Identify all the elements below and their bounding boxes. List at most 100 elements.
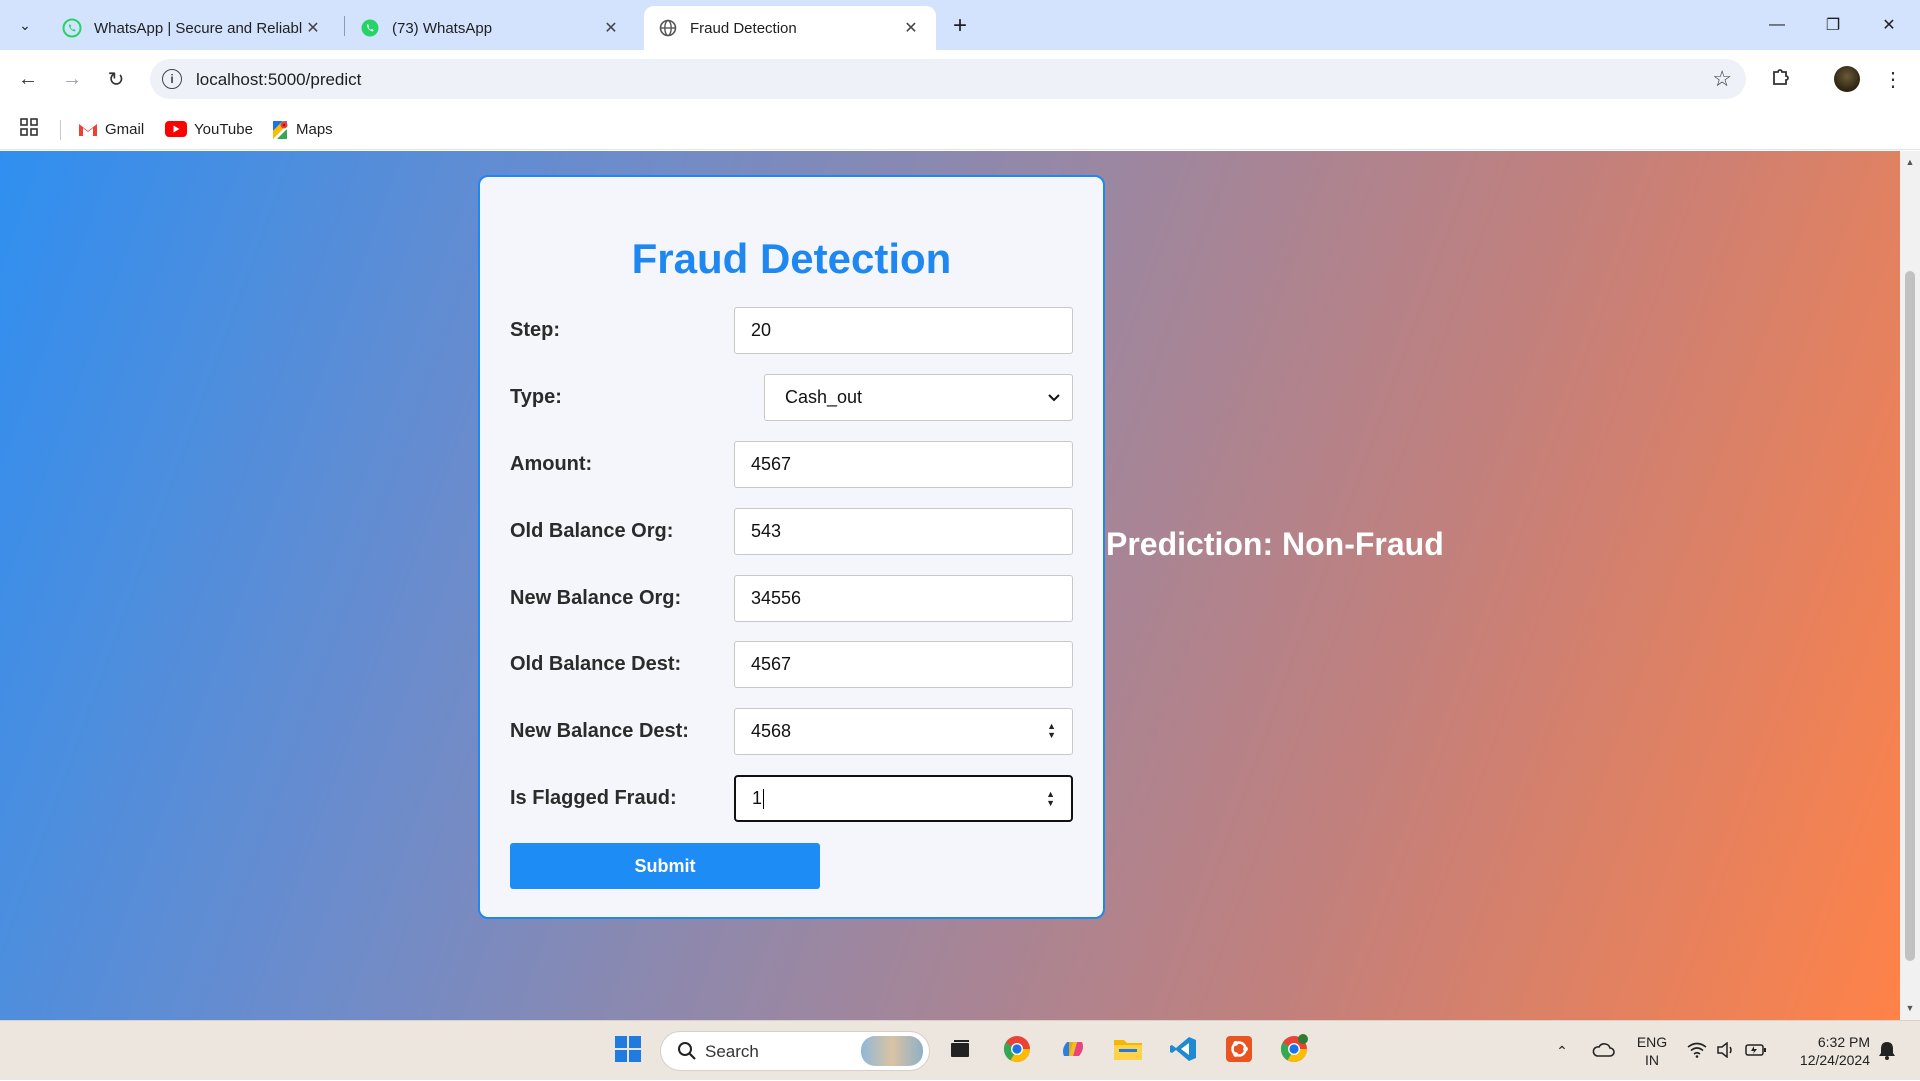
chrome-icon [1002,1034,1032,1069]
new-tab-button[interactable]: + [946,12,974,40]
whatsapp-icon [62,18,82,38]
spinner-icon[interactable]: ▲ ▼ [1047,722,1056,740]
browser-toolbar: ← → ↻ i localhost:5000/predict ☆ ⋮ [0,50,1920,108]
arrow-left-icon: ← [18,67,38,90]
taskbar-ubuntu-button[interactable] [1219,1031,1259,1071]
taskbar-vscode-button[interactable] [1163,1031,1203,1071]
taskbar-chrome-profile-button[interactable] [1274,1031,1314,1071]
show-hidden-icons-button[interactable]: ⌃ [1548,1021,1576,1081]
minimize-button[interactable]: — [1754,0,1800,50]
scroll-up-icon[interactable]: ▲ [1905,157,1915,167]
bookmark-youtube[interactable]: YouTube [165,116,253,142]
new-balance-dest-input[interactable]: 4568 ▲ ▼ [734,708,1073,755]
notifications-button[interactable] [1874,1021,1900,1081]
type-value: Cash_out [785,387,863,407]
forward-button[interactable]: → [56,63,88,95]
taskbar-chrome-button[interactable] [997,1031,1037,1071]
tab-title: Fraud Detection [690,19,797,37]
scroll-thumb[interactable] [1905,271,1915,961]
battery-button[interactable] [1741,1021,1771,1081]
tab-separator [344,16,345,36]
scroll-down-icon[interactable]: ▼ [1905,1003,1915,1013]
old-balance-dest-label: Old Balance Dest: [510,653,682,675]
page-scrollbar[interactable]: ▲ ▼ [1900,151,1920,1020]
plus-icon: + [952,12,967,39]
task-view-button[interactable] [940,1031,980,1071]
bookmark-divider [60,120,61,140]
taskbar-copilot-button[interactable] [1053,1031,1093,1071]
folder-icon [1113,1036,1143,1067]
text-caret [763,788,765,809]
battery-icon [1745,1043,1767,1060]
region-code: IN [1645,1052,1659,1068]
address-bar[interactable]: i localhost:5000/predict ☆ [150,59,1746,99]
maps-icon [271,119,289,139]
tab-fraud-detection[interactable]: Fraud Detection ✕ [644,6,936,50]
extensions-button[interactable] [1764,62,1798,96]
close-icon[interactable]: ✕ [600,17,622,39]
arrow-right-icon: → [62,67,82,90]
info-icon[interactable]: i [162,69,182,89]
is-flagged-fraud-input[interactable]: 1 ▲ ▼ [734,775,1073,822]
restore-button[interactable]: ❐ [1810,0,1856,50]
reload-button[interactable]: ↻ [100,63,132,95]
chevron-down-icon [1048,389,1060,405]
gmail-icon [78,121,98,137]
youtube-icon [165,121,187,137]
tab-whatsapp[interactable]: (73) WhatsApp ✕ [346,6,636,50]
new-balance-org-input[interactable]: 34556 [734,575,1073,622]
chevron-down-icon: ⌄ [19,16,31,33]
start-button[interactable] [608,1031,648,1071]
menu-button[interactable]: ⋮ [1876,62,1910,96]
tab-strip: ⌄ WhatsApp | Secure and Reliable ✕ (73) … [0,0,1920,50]
old-balance-dest-input[interactable]: 4567 [734,641,1073,688]
step-value: 20 [751,320,772,340]
avatar [1834,66,1860,92]
taskbar-file-explorer-button[interactable] [1108,1031,1148,1071]
new-balance-dest-value: 4568 [751,721,792,741]
type-select[interactable]: Cash_out [764,374,1073,421]
bookmark-maps[interactable]: Maps [271,116,333,142]
is-flagged-fraud-label: Is Flagged Fraud: [510,787,677,809]
tab-search-button[interactable]: ⌄ [10,10,40,40]
clock[interactable]: 6:32 PM 12/24/2024 [1780,1033,1870,1069]
close-icon[interactable]: ✕ [302,17,324,39]
old-balance-org-input[interactable]: 543 [734,508,1073,555]
step-input[interactable]: 20 [734,307,1073,354]
back-button[interactable]: ← [12,63,44,95]
tab-title: (73) WhatsApp [392,19,493,37]
bookmark-label: Maps [296,120,333,138]
prediction-result: Prediction: Non-Fraud [1106,526,1444,562]
apps-button[interactable] [20,116,38,142]
bookmark-gmail[interactable]: Gmail [78,116,144,142]
old-balance-org-label: Old Balance Org: [510,520,674,542]
taskbar-search[interactable]: Search [660,1031,930,1071]
close-window-button[interactable]: ✕ [1866,0,1912,50]
chevron-up-icon: ⌃ [1556,1042,1568,1059]
amount-input[interactable]: 4567 [734,441,1073,488]
reload-icon: ↻ [107,68,125,91]
clock-date: 12/24/2024 [1799,1052,1870,1068]
bookmarks-bar: Gmail YouTube Maps [0,108,1920,150]
page-title: Fraud Detection [631,235,952,282]
profile-button[interactable] [1830,62,1864,96]
tab-whatsapp-web[interactable]: WhatsApp | Secure and Reliable ✕ [48,6,338,50]
old-balance-dest-value: 4567 [751,654,792,674]
language-indicator[interactable]: ENG IN [1622,1033,1682,1069]
vscode-icon [1169,1035,1197,1068]
close-icon[interactable]: ✕ [900,17,922,39]
star-icon[interactable]: ☆ [1712,66,1732,92]
new-balance-dest-label: New Balance Dest: [510,720,689,742]
spinner-icon[interactable]: ▲ ▼ [1046,790,1055,808]
onedrive-button[interactable] [1588,1021,1618,1081]
old-balance-org-value: 543 [751,521,782,541]
url-text: localhost:5000/predict [196,70,362,89]
clock-time: 6:32 PM [1817,1034,1870,1050]
submit-button[interactable]: Submit [510,843,820,889]
kebab-menu-icon: ⋮ [1883,68,1903,91]
bookmark-label: Gmail [105,120,145,138]
volume-button[interactable] [1712,1021,1740,1081]
type-label: Type: [510,386,562,408]
ubuntu-icon [1225,1035,1253,1068]
wifi-button[interactable] [1683,1021,1711,1081]
